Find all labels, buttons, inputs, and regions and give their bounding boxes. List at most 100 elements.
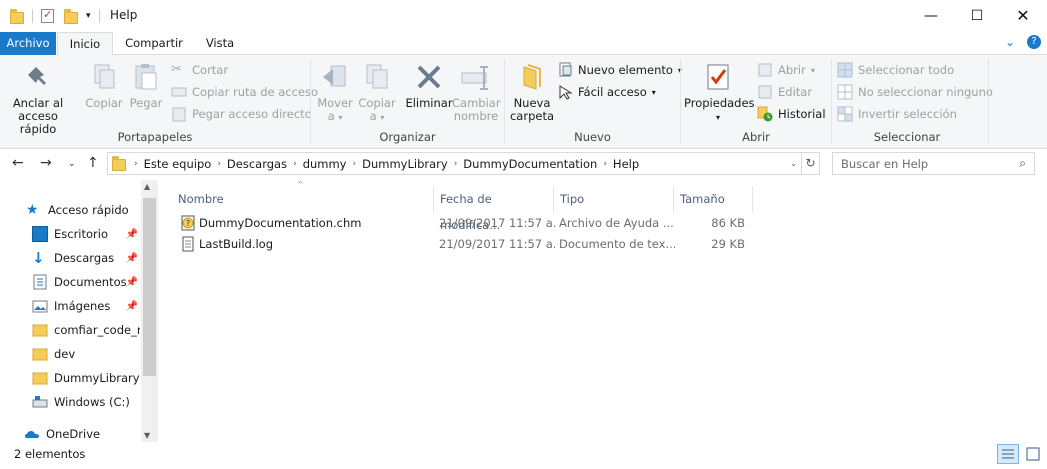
paste-shortcut-button[interactable]: Pegar acceso directo [171,104,312,124]
nav-item-label: OneDrive [46,427,101,441]
edit-icon [757,84,773,100]
new-folder-icon [516,61,548,93]
new-item-button[interactable]: Nuevo elemento ▾ [557,60,682,80]
refresh-icon[interactable]: ↻ [801,153,819,174]
star-icon: ★ [26,202,39,218]
history-button[interactable]: Historial [757,104,826,124]
close-button[interactable]: ✕ [1000,0,1046,31]
customize-qa-dropdown-icon[interactable]: ▾ [86,11,91,21]
breadcrumb-item[interactable]: Este equipo [144,157,212,171]
column-header-type[interactable]: Tipo [554,186,674,212]
hard-drive-icon [32,394,48,410]
copy-to-button[interactable]: Copiar a ▾ [357,61,397,124]
copy-to-icon [361,61,393,93]
tab-archivo[interactable]: Archivo [0,32,56,55]
move-to-button[interactable]: Mover a ▾ [315,61,355,124]
expand-ribbon-icon[interactable]: ⌄ [1005,35,1015,49]
open-button[interactable]: Abrir ▾ [757,60,815,80]
help-icon[interactable]: ? [1027,35,1041,49]
window-title: Help [110,8,138,22]
properties-icon[interactable]: ✓ [41,9,54,23]
back-arrow-icon[interactable]: ← [12,155,24,171]
properties-button[interactable]: Propiedades ▾ [684,61,755,124]
chm-help-file-icon: ? [180,215,196,234]
delete-button[interactable]: Eliminar [404,61,454,110]
nav-item-pictures[interactable]: Imágenes 📌 [32,294,140,318]
breadcrumb-item[interactable]: Descargas [227,157,287,171]
invert-selection-button[interactable]: Invertir selección [837,104,957,124]
easy-access-button[interactable]: Fácil acceso ▾ [557,82,656,102]
new-folder-icon[interactable] [64,9,78,24]
large-icons-view-icon[interactable] [1023,444,1043,464]
nav-item-downloads[interactable]: ↓ Descargas 📌 [32,246,140,270]
column-header-name[interactable]: Nombre [172,186,434,212]
pin-icon [22,61,54,93]
cut-button[interactable]: ✂ Cortar [171,60,228,80]
copy-button[interactable]: Copiar [84,61,124,110]
address-dropdown-icon[interactable]: ⌄ [790,159,797,168]
address-bar[interactable]: › Este equipo › Descargas › dummy › Dumm… [107,152,820,175]
open-icon [757,62,773,78]
nav-item-desktop[interactable]: Escritorio 📌 [32,222,140,246]
nav-item-drive-c[interactable]: Windows (C:) [32,390,140,414]
invert-selection-label: Invertir selección [858,107,957,121]
svg-text:?: ? [186,219,190,228]
nav-item-label: Escritorio [54,227,109,241]
edit-button[interactable]: Editar [757,82,812,102]
breadcrumb-item[interactable]: Help [613,157,639,171]
tab-compartir[interactable]: Compartir [114,32,194,55]
chevron-right-icon[interactable]: › [454,159,458,169]
desktop-icon [32,226,48,242]
nav-item-folder[interactable]: DummyLibrary [32,366,140,390]
separator [98,9,100,23]
chevron-right-icon[interactable]: › [134,159,138,169]
file-row[interactable]: LastBuild.log 21/09/2017 11:57 a... Docu… [174,234,754,255]
breadcrumb-item[interactable]: DummyLibrary [362,157,448,171]
breadcrumb-item[interactable]: dummy [303,157,347,171]
forward-arrow-icon[interactable]: → [40,155,52,171]
tab-vista[interactable]: Vista [194,32,246,55]
copy-path-icon [171,84,187,100]
pin-quick-access-button[interactable]: Anclar al acceso rápido [6,61,70,136]
nav-item-folder[interactable]: comfiar_code_re [32,318,140,342]
column-header-size[interactable]: Tamaño [674,186,753,212]
minimize-button[interactable]: — [908,0,954,31]
folder-icon [32,370,48,386]
rename-button[interactable]: Cambiar nombre [452,61,501,123]
breadcrumb-item[interactable]: DummyDocumentation [463,157,597,171]
copy-path-button[interactable]: Copiar ruta de acceso [171,82,318,102]
chevron-right-icon[interactable]: › [293,159,297,169]
details-view-icon[interactable] [997,444,1019,464]
nav-item-folder[interactable]: dev [32,342,140,366]
ribbon-controls: ⌄ ? [1005,35,1041,49]
item-count: 2 elementos [14,447,86,461]
delete-x-icon [413,61,445,93]
search-icon[interactable]: ⌕ [1019,156,1026,171]
scroll-up-icon[interactable]: ▲ [144,182,150,191]
up-arrow-icon[interactable]: ↑ [87,155,99,171]
file-type: Archivo de Ayuda ... [559,216,674,230]
cloud-icon [24,426,40,442]
column-header-date[interactable]: Fecha de modifica... [434,186,554,232]
tab-inicio[interactable]: Inicio [57,32,113,56]
search-input[interactable]: Buscar en Help ⌕ [832,152,1035,175]
copy-to-label: Copiar a [358,96,396,123]
select-none-label: No seleccionar ninguno [858,85,993,99]
nav-item-quick-access[interactable]: ★ Acceso rápido [26,198,141,222]
nav-item-documents[interactable]: Documentos 📌 [32,270,140,294]
document-icon [32,274,48,290]
properties-icon [702,61,734,93]
scroll-down-icon[interactable]: ▼ [144,431,150,440]
paste-button[interactable]: Pegar [127,61,165,110]
select-none-button[interactable]: No seleccionar ninguno [837,82,993,102]
chevron-right-icon[interactable]: › [353,159,357,169]
file-row[interactable]: ? DummyDocumentation.chm 21/09/2017 11:5… [174,213,754,234]
maximize-button[interactable]: ☐ [954,0,1000,31]
select-all-button[interactable]: Seleccionar todo [837,60,954,80]
chevron-right-icon[interactable]: › [217,159,221,169]
recent-locations-chevron-icon[interactable]: ⌄ [68,159,76,169]
new-folder-button[interactable]: Nueva carpeta [508,61,556,123]
folder-icon [10,9,24,24]
scrollbar-thumb[interactable] [143,198,156,376]
chevron-right-icon[interactable]: › [603,159,607,169]
